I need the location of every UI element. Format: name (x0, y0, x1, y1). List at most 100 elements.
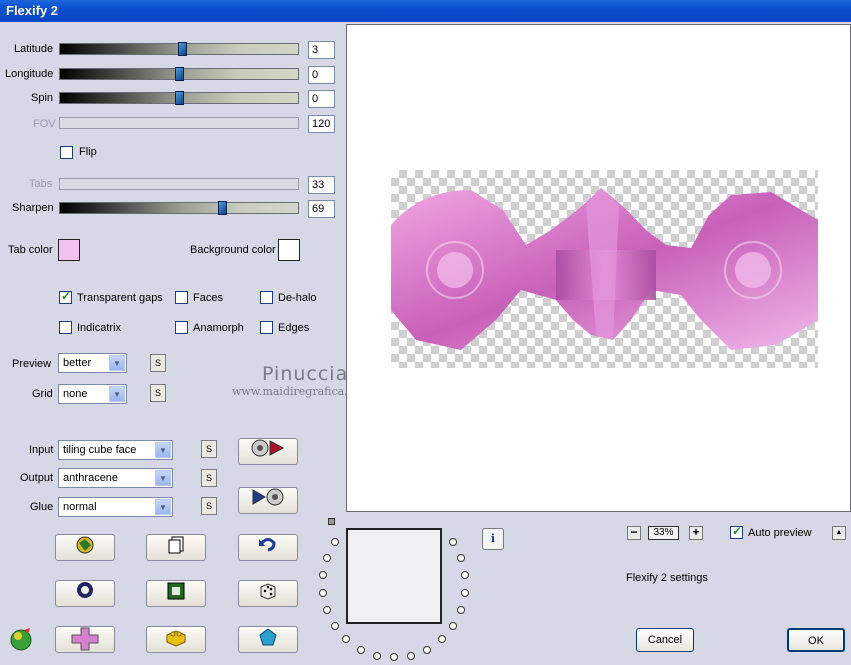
longitude-label: Longitude (5, 68, 54, 80)
navigator-dot[interactable] (356, 645, 365, 654)
randomize-button[interactable] (55, 534, 115, 561)
tab-color-swatch[interactable] (58, 239, 80, 261)
sharpen-slider[interactable] (59, 201, 299, 215)
tabs-slider (59, 178, 299, 190)
transparent-gaps-checkbox[interactable]: ✓ (59, 289, 72, 304)
grid-select-value: none (63, 388, 88, 400)
auto-preview-label: Auto preview (748, 527, 812, 539)
pentagon-icon (259, 628, 277, 646)
edges-checkbox[interactable] (260, 321, 273, 334)
longitude-input[interactable]: 0 (308, 66, 335, 84)
brick-button[interactable] (146, 626, 206, 653)
ring-button[interactable] (55, 580, 115, 607)
nav-corner-handle[interactable] (328, 518, 335, 525)
navigator-dot[interactable] (437, 635, 446, 644)
glue-select[interactable]: normal ▼ (58, 497, 173, 517)
watermark-url: www.maidiregrafica.eu (232, 385, 362, 398)
plugin-logo-icon (10, 628, 32, 651)
navigator-dot[interactable] (457, 553, 466, 562)
chevron-down-icon[interactable]: ▼ (155, 470, 171, 486)
navigator-dot[interactable] (322, 606, 331, 615)
input-s-button[interactable]: S (201, 440, 217, 458)
input-select-value: tiling cube face (63, 444, 137, 456)
glue-s-button[interactable]: S (201, 497, 217, 515)
preview-label: Preview (12, 358, 52, 370)
grid-s-button[interactable]: S (150, 384, 166, 402)
navigator-dot[interactable] (457, 606, 466, 615)
zoom-level: 33% (648, 526, 679, 540)
cancel-button[interactable]: Cancel (636, 628, 694, 652)
navigator-dot[interactable] (449, 537, 458, 546)
navigator-dot[interactable] (461, 588, 470, 597)
copy-button[interactable] (146, 534, 206, 561)
move-button[interactable] (55, 626, 115, 653)
navigator-dot[interactable] (330, 622, 339, 631)
auto-preview-checkbox[interactable]: ✓ (730, 524, 743, 539)
ok-button[interactable]: OK (787, 628, 845, 652)
output-select[interactable]: anthracene ▼ (58, 468, 173, 488)
undo-button[interactable] (238, 534, 298, 561)
flip-label: Flip (79, 146, 97, 158)
tabs-label: Tabs (29, 178, 53, 190)
info-button[interactable]: i (482, 528, 504, 550)
zoom-out-button[interactable]: − (627, 526, 641, 540)
indicatrix-checkbox[interactable] (59, 321, 72, 334)
tab-color-label: Tab color (8, 244, 53, 256)
navigator-dot[interactable] (342, 635, 351, 644)
navigator-dot[interactable] (318, 571, 327, 580)
navigator-dot[interactable] (461, 571, 470, 580)
chevron-down-icon[interactable]: ▼ (109, 386, 125, 402)
navigator-dot[interactable] (407, 651, 416, 660)
spin-thumb[interactable] (175, 91, 184, 105)
latitude-input[interactable]: 3 (308, 41, 335, 59)
shape-button[interactable] (238, 626, 298, 653)
input-select[interactable]: tiling cube face ▼ (58, 440, 173, 460)
settings-description: Flexify 2 settings (626, 572, 708, 584)
frame-button[interactable] (146, 580, 206, 607)
spin-input[interactable]: 0 (308, 90, 335, 108)
grid-select[interactable]: none ▼ (58, 384, 127, 404)
load-preset-button[interactable] (238, 438, 298, 465)
anamorph-checkbox[interactable] (175, 321, 188, 334)
sharpen-thumb[interactable] (218, 201, 227, 215)
sharpen-input[interactable]: 69 (308, 200, 335, 218)
longitude-thumb[interactable] (175, 67, 184, 81)
check-icon: ✓ (732, 524, 743, 538)
preview-select-value: better (63, 357, 92, 369)
copy-icon (168, 536, 184, 554)
navigator-box[interactable] (346, 528, 442, 624)
disc-play-icon (251, 439, 285, 457)
random-button[interactable] (238, 580, 298, 607)
navigator-dot[interactable] (322, 553, 331, 562)
save-preset-button[interactable] (238, 487, 298, 514)
faces-checkbox[interactable] (175, 291, 188, 304)
undo-icon (259, 538, 276, 552)
de-halo-checkbox[interactable] (260, 291, 273, 304)
output-s-button[interactable]: S (201, 469, 217, 487)
preview-select[interactable]: better ▼ (58, 353, 127, 373)
navigator-dot[interactable] (330, 537, 339, 546)
fov-input: 120 (308, 115, 335, 133)
glue-label: Glue (30, 501, 54, 513)
cross-icon (71, 627, 99, 651)
chevron-up-icon[interactable]: ▲ (832, 526, 846, 540)
spin-slider[interactable] (59, 91, 299, 105)
navigator-dot[interactable] (423, 645, 432, 654)
latitude-thumb[interactable] (178, 42, 187, 56)
preview-canvas[interactable] (346, 24, 851, 512)
longitude-slider[interactable] (59, 67, 299, 81)
ring-icon (77, 582, 93, 598)
dice-icon (260, 583, 276, 600)
latitude-slider[interactable] (59, 42, 299, 56)
navigator-dot[interactable] (372, 651, 381, 660)
zoom-in-button[interactable]: + (689, 526, 703, 540)
navigator-dot[interactable] (449, 622, 458, 631)
preview-s-button[interactable]: S (150, 354, 166, 372)
background-color-swatch[interactable] (278, 239, 300, 261)
chevron-down-icon[interactable]: ▼ (109, 355, 125, 371)
chevron-down-icon[interactable]: ▼ (155, 499, 171, 515)
chevron-down-icon[interactable]: ▼ (155, 442, 171, 458)
navigator-dot[interactable] (318, 588, 327, 597)
flip-checkbox[interactable] (60, 146, 73, 159)
navigator-dot[interactable] (390, 653, 398, 661)
